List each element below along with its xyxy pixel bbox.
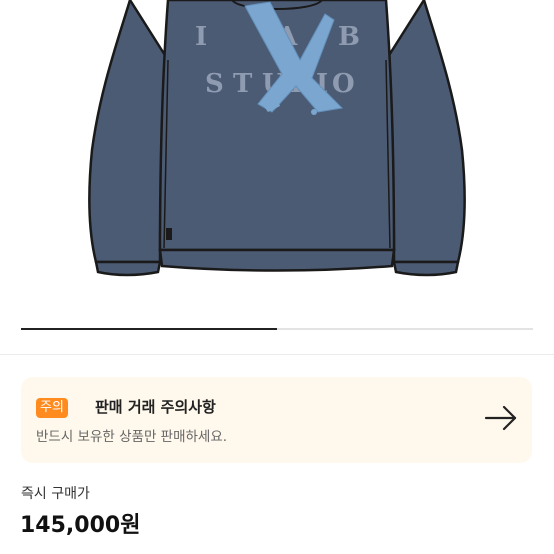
product-image[interactable]: I A B S T U D I O <box>0 0 554 300</box>
graphic-letter: I <box>195 22 207 52</box>
notice-title: 판매 거래 주의사항 <box>95 398 216 416</box>
graphic-letter: B <box>338 22 360 52</box>
notice-body: 반드시 보유한 상품만 판매하세요. <box>36 429 228 445</box>
section-divider <box>0 354 554 355</box>
instant-buy-price: 145,000원 <box>20 513 141 538</box>
sweatshirt-illustration: I A B S T U D I O <box>88 0 466 277</box>
carousel-progress-fill <box>21 328 277 330</box>
graphic-letter: T <box>233 69 253 99</box>
sales-notice-card[interactable]: 주의 판매 거래 주의사항 반드시 보유한 상품만 판매하세요. <box>21 377 532 463</box>
arrow-right-icon[interactable] <box>484 404 518 432</box>
warning-badge: 주의 <box>36 398 68 418</box>
image-carousel-progress <box>21 328 533 330</box>
graphic-letter: S <box>205 69 224 99</box>
instant-buy-price-label: 즉시 구매가 <box>21 486 90 502</box>
graphic-letter: O <box>332 69 355 99</box>
